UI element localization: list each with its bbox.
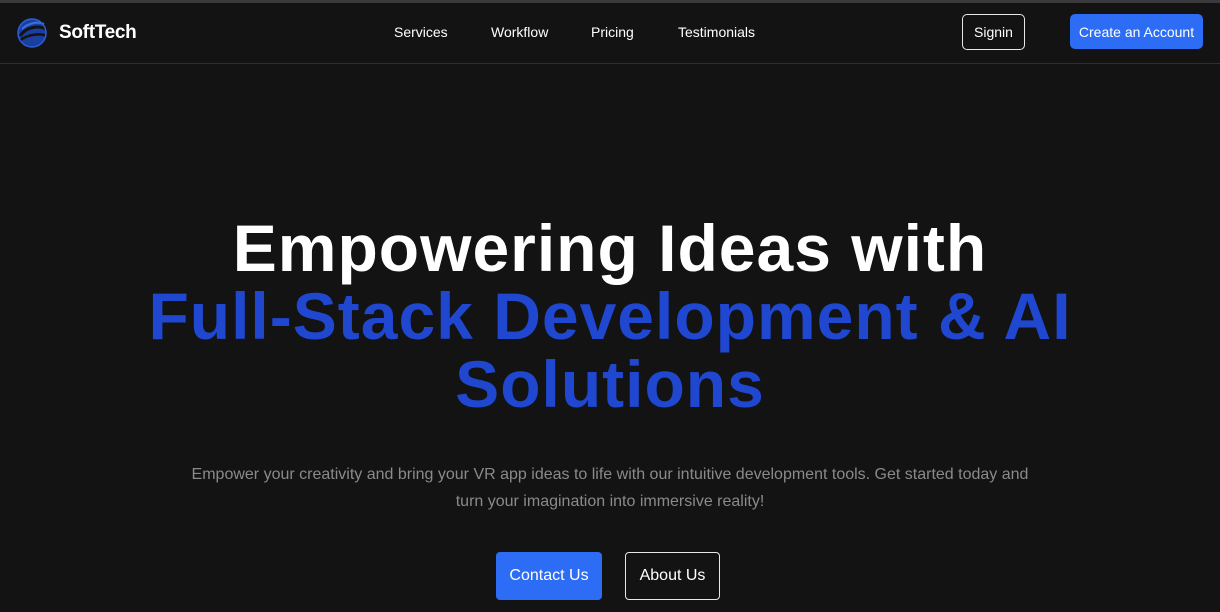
nav-link-services[interactable]: Services <box>394 24 448 40</box>
hero-description: Empower your creativity and bring your V… <box>191 466 1029 510</box>
contact-us-button[interactable]: Contact Us <box>496 552 602 600</box>
nav-link-testimonials[interactable]: Testimonials <box>678 24 755 40</box>
hero-title-line-2: Full-Stack Development & AI <box>148 279 1072 353</box>
signin-button[interactable]: Signin <box>962 14 1025 50</box>
main-nav: Services Workflow Pricing Testimonials <box>0 24 1220 44</box>
nav-link-pricing[interactable]: Pricing <box>591 24 634 40</box>
hero-title-line-3: Solutions <box>455 347 765 421</box>
hero-title-line-1: Empowering Ideas with <box>232 211 988 285</box>
nav-link-workflow[interactable]: Workflow <box>491 24 548 40</box>
about-us-button[interactable]: About Us <box>625 552 720 600</box>
navbar: SoftTech Services Workflow Pricing Testi… <box>0 3 1220 64</box>
create-account-button[interactable]: Create an Account <box>1070 14 1203 49</box>
hero-title: Empowering Ideas with Full-Stack Develop… <box>0 214 1220 418</box>
